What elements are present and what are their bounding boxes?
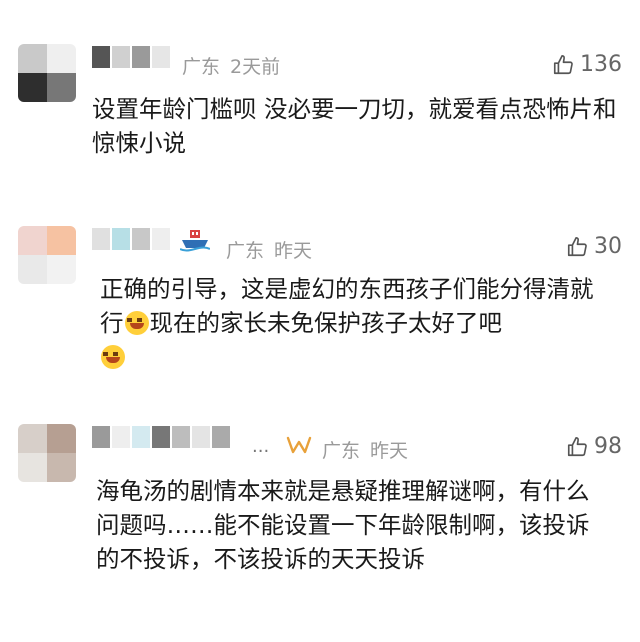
- like-count: 30: [594, 234, 622, 259]
- laughing-tears-emoji-icon: [101, 345, 125, 369]
- comment-text: 海龟汤的剧情本来就是悬疑推理解谜啊，有什么问题吗……能不能设置一下年龄限制啊，该…: [96, 477, 590, 573]
- location-label: 广东: [182, 56, 221, 78]
- thumbs-up-icon: [553, 54, 573, 74]
- username-ellipsis: ...: [252, 436, 270, 457]
- avatar[interactable]: [18, 44, 76, 102]
- time-label: 2天前: [230, 56, 281, 78]
- comment-meta: 广东 2天前: [182, 52, 280, 79]
- avatar[interactable]: [18, 424, 76, 482]
- like-count: 98: [594, 434, 622, 459]
- laughing-tears-emoji-icon: [124, 311, 149, 335]
- location-label: 广东: [226, 240, 265, 262]
- ship-icon: [179, 228, 211, 258]
- comment-text: 正确的引导，这是虚幻的东西孩子们能分得清就行 现在的家长未免保护孩子太好了吧: [100, 272, 610, 374]
- like-count: 136: [580, 52, 622, 77]
- comment-text-part2: 现在的家长未免保护孩子太好了吧: [149, 309, 503, 337]
- like-button[interactable]: 136: [552, 52, 622, 77]
- thumbs-up-icon: [567, 236, 587, 256]
- like-button[interactable]: 30: [566, 234, 622, 259]
- time-label: 昨天: [274, 240, 313, 262]
- avatar[interactable]: [18, 226, 76, 284]
- comment-meta: 广东 昨天: [322, 436, 408, 463]
- thumbs-up-icon: [567, 436, 587, 456]
- comment-meta: 广东 昨天: [226, 236, 312, 263]
- time-label: 昨天: [370, 440, 409, 462]
- username-mosaic[interactable]: [92, 426, 230, 448]
- location-label: 广东: [322, 440, 361, 462]
- username-mosaic[interactable]: [92, 46, 170, 68]
- comment-text: 设置年龄门槛呗 没必要一刀切，就爱看点恐怖片和惊悚小说: [92, 95, 617, 157]
- w-badge-icon: [286, 434, 312, 462]
- username-mosaic[interactable]: [92, 228, 170, 250]
- like-button[interactable]: 98: [566, 434, 622, 459]
